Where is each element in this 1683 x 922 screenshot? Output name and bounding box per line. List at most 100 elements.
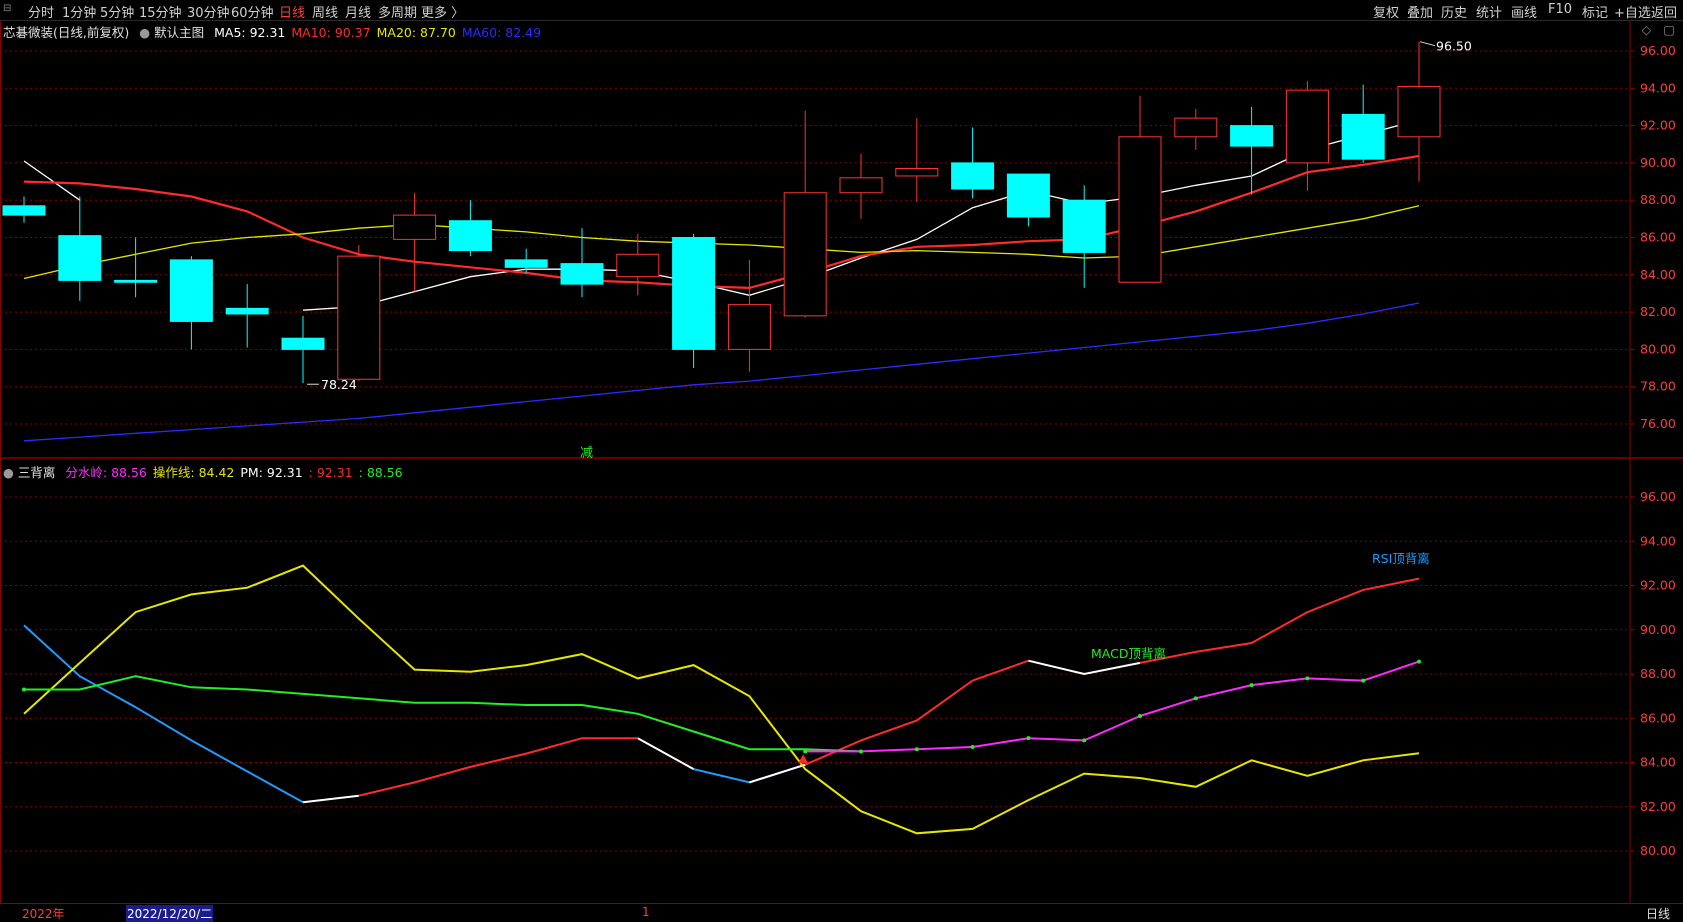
watershed-dot-0 [22, 687, 26, 692]
candle-body-19 [1062, 199, 1106, 253]
pm-line-blue [23, 624, 304, 804]
period-tab-10[interactable]: 更多 〉 [421, 2, 464, 21]
watershed-dot-6 [1082, 738, 1087, 743]
template-label[interactable]: 默认主图 [154, 25, 204, 40]
candle-19 [1062, 185, 1106, 288]
candle-6 [337, 244, 381, 382]
candle-24 [1341, 84, 1385, 163]
watershed-dot-4 [970, 745, 975, 750]
candle-21 [1174, 108, 1218, 150]
pm-line-white-4 [1028, 659, 1141, 676]
pm-line-white-1 [302, 794, 359, 804]
candle-body-13 [727, 304, 771, 350]
period-tab-5[interactable]: 60分钟 [231, 2, 274, 21]
tool-button-2[interactable]: 历史 [1441, 2, 1467, 21]
ma-line-MA20 [23, 205, 1420, 280]
sub-label-4: : 88.56 [358, 465, 403, 480]
sub-label-2: PM: 92.31 [240, 465, 303, 480]
pm-line-blue-2 [693, 763, 806, 784]
candle-body-22 [1230, 125, 1274, 147]
system-menu-icon[interactable]: ⊟ [3, 3, 15, 15]
candle-body-21 [1174, 117, 1218, 138]
watershed-dot-1 [803, 749, 808, 754]
main-corner-icons: ◇ ▢ [1642, 22, 1675, 37]
tool-button-0[interactable]: 复权 [1373, 2, 1399, 21]
diamond-icon[interactable]: ◇ [1642, 22, 1652, 37]
period-tab-4[interactable]: 30分钟 [187, 2, 230, 21]
ytick-label-1-6: 92.00 [1640, 578, 1676, 593]
candle-body-9 [504, 259, 548, 268]
ma-line-MA60 [23, 302, 1420, 442]
ma-line-MA10 [23, 154, 1420, 290]
candle-11 [616, 233, 660, 296]
candle-8 [448, 200, 492, 257]
low-marker-label: 78.24 [321, 377, 357, 392]
ma-label-0: MA5: 92.31 [214, 25, 286, 40]
candle-body-16 [895, 167, 939, 177]
candle-body-4 [225, 307, 269, 315]
month-tick: 1 [642, 905, 650, 919]
period-tab-3[interactable]: 15分钟 [139, 2, 182, 21]
ytick-label-1-0: 80.00 [1640, 843, 1676, 858]
ytick-label-0-6: 88.00 [1640, 192, 1676, 207]
candle-body-23 [1285, 89, 1329, 164]
ytick-label-0-2: 80.00 [1640, 341, 1676, 356]
tool-button-1[interactable]: 叠加 [1407, 2, 1433, 21]
tool-button-5[interactable]: F10 [1548, 2, 1572, 17]
high-marker-arrow [1419, 41, 1436, 47]
candle-body-14 [783, 192, 827, 317]
ytick-label-1-3: 86.00 [1640, 710, 1676, 725]
high-marker-label: 96.50 [1436, 39, 1472, 54]
sub-info-bar: ● 三背离 分水岭: 88.56 操作线: 84.42 PM: 92.31: 92.… [3, 462, 403, 481]
pm-line-red-1 [358, 737, 638, 797]
candle-3 [169, 256, 213, 350]
watershed-dot-7 [1138, 714, 1142, 719]
watershed-line [805, 660, 1420, 753]
candle-body-18 [1006, 173, 1050, 218]
window-icon[interactable]: ▢ [1663, 22, 1675, 37]
candle-body-6 [337, 255, 381, 380]
period-tab-7[interactable]: 周线 [312, 2, 338, 21]
ma-label-3: MA60: 82.49 [461, 25, 542, 40]
watershed-dot-10 [1305, 676, 1310, 681]
period-tab-8[interactable]: 月线 [345, 2, 371, 21]
tool-button-7[interactable]: +自选 [1614, 2, 1651, 21]
candle-13 [727, 259, 771, 372]
candle-17 [951, 127, 995, 199]
pm-line-red-4 [1139, 577, 1420, 664]
tool-button-4[interactable]: 画线 [1511, 2, 1537, 21]
candle-22 [1230, 106, 1274, 195]
candle-12 [672, 233, 716, 369]
ytick-label-1-2: 84.00 [1640, 755, 1676, 770]
candle-body-10 [560, 263, 604, 285]
ma-label-2: MA20: 87.70 [376, 25, 456, 40]
tool-button-8[interactable]: 返回 [1651, 2, 1677, 21]
period-toolbar: ⊟ 分时 1分钟 5分钟 15分钟 30分钟 60分钟 日线 周线 月线 多周期 更多 〉 复权 叠加历… [0, 0, 1683, 21]
ytick-label-0-5: 86.00 [1640, 230, 1676, 245]
indicator-title[interactable]: 三背离 [18, 465, 56, 480]
period-tab-9[interactable]: 多周期 [378, 2, 417, 21]
candle-body-7 [393, 214, 437, 240]
collapse-icon[interactable]: ● [139, 25, 150, 40]
watershed-dot-11 [1361, 678, 1366, 683]
period-tab-2[interactable]: 5分钟 [100, 2, 134, 21]
candle-body-11 [616, 253, 660, 278]
candle-18 [1006, 173, 1050, 227]
period-tab-0[interactable]: 分时 [28, 2, 54, 21]
candle-body-24 [1341, 113, 1385, 160]
ytick-label-1-8: 96.00 [1640, 489, 1676, 504]
ytick-label-0-10: 96.00 [1640, 43, 1676, 58]
watershed-dot-5 [1026, 736, 1031, 741]
tool-button-3[interactable]: 统计 [1476, 2, 1502, 21]
period-tab-1[interactable]: 1分钟 [62, 2, 96, 21]
candle-body-20 [1118, 136, 1162, 283]
macd-divergence-label: MACD顶背离 [1091, 646, 1166, 661]
candle-4 [225, 284, 269, 348]
candle-body-17 [951, 162, 995, 190]
tool-button-6[interactable]: 标记 [1582, 2, 1608, 21]
sub-collapse-icon[interactable]: ● [3, 465, 14, 480]
period-tab-6[interactable]: 日线 [279, 2, 305, 21]
buy-arrow-icon [798, 754, 809, 764]
candle-body-25 [1397, 85, 1441, 138]
candle-14 [783, 110, 827, 318]
